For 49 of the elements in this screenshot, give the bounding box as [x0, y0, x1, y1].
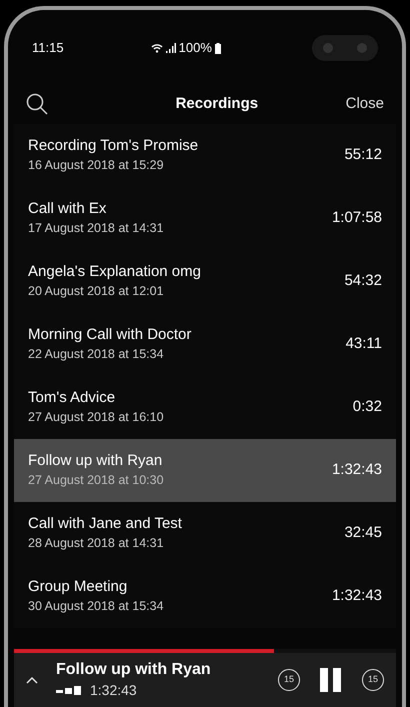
- recording-date: 27 August 2018 at 10:30: [28, 472, 164, 490]
- forward-button[interactable]: 15: [362, 669, 384, 691]
- recording-duration: 1:07:58: [332, 208, 382, 228]
- recording-title: Call with Ex: [28, 199, 108, 220]
- recording-duration: 54:32: [344, 271, 382, 292]
- recording-duration: 0:32: [352, 397, 382, 418]
- recording-date: 16 August 2018 at 15:29: [28, 157, 165, 174]
- wifi-icon: [150, 43, 163, 53]
- search-icon[interactable]: [26, 93, 48, 115]
- recording-title: Tom's Advice: [28, 388, 116, 408]
- recording-row[interactable]: Angela's Explanation omg 20 August 2018 at 12:01 54:32: [14, 250, 396, 313]
- recording-title: Call with Jane and Test: [28, 514, 182, 534]
- recording-row[interactable]: Call with Jane and Test 28 August 2018 at 14:31 32:45: [14, 502, 396, 565]
- recording-row[interactable]: Recording Tom's Promise 16 August 2018 at 15:29 55:12: [14, 124, 396, 187]
- level-bars-icon: [56, 685, 82, 695]
- recording-title: Recording Tom's Promise: [28, 136, 198, 156]
- chevron-up-icon[interactable]: [26, 676, 38, 684]
- recording-row[interactable]: Call with Ex 17 August 2018 at 14:31 1:07:58: [14, 187, 396, 250]
- recording-title: Follow up with Ryan: [28, 451, 164, 472]
- recording-date: 28 August 2018 at 14:31: [28, 535, 165, 552]
- recording-row[interactable]: Follow up with Ryan 27 August 2018 at 10:30 1:32:43: [14, 439, 396, 502]
- recording-title: Group Meeting: [28, 577, 128, 598]
- camera-icon: [312, 35, 378, 61]
- recording-date: 30 August 2018 at 15:34: [28, 598, 164, 616]
- recording-title: Morning Call with Doctor: [28, 325, 192, 346]
- recording-duration: 43:11: [346, 334, 382, 354]
- recording-date: 27 August 2018 at 16:10: [28, 409, 164, 426]
- recording-date: 17 August 2018 at 14:31: [28, 220, 164, 238]
- recording-date: 22 August 2018 at 15:34: [28, 346, 165, 364]
- rewind-button[interactable]: 15: [278, 669, 300, 691]
- recording-title: Angela's Explanation omg: [28, 262, 201, 282]
- recording-row[interactable]: Tom's Advice 27 August 2018 at 16:10 0:32: [14, 376, 396, 439]
- now-playing-time: 1:32:43: [90, 680, 137, 700]
- screen-title: Recordings: [176, 94, 258, 114]
- battery-icon: [214, 42, 221, 54]
- pause-icon[interactable]: [320, 668, 342, 692]
- recording-duration: 55:12: [344, 145, 382, 166]
- progress-track[interactable]: [14, 649, 396, 653]
- now-playing-title: Follow up with Ryan: [56, 660, 211, 680]
- recording-duration: 32:45: [344, 523, 382, 544]
- status-time: 11:15: [32, 39, 64, 58]
- recording-date: 20 August 2018 at 12:01: [28, 283, 165, 300]
- recording-duration: 1:32:43: [332, 586, 382, 606]
- close-link[interactable]: Close: [346, 92, 384, 116]
- signal-icon: [166, 43, 176, 53]
- battery-percent: 100%: [178, 39, 212, 58]
- recording-duration: 1:32:43: [332, 460, 382, 480]
- recording-row[interactable]: Group Meeting 30 August 2018 at 15:34 1:32:43: [14, 565, 396, 628]
- recording-row[interactable]: Morning Call with Doctor 22 August 2018 at 15:34 43:11: [14, 313, 396, 376]
